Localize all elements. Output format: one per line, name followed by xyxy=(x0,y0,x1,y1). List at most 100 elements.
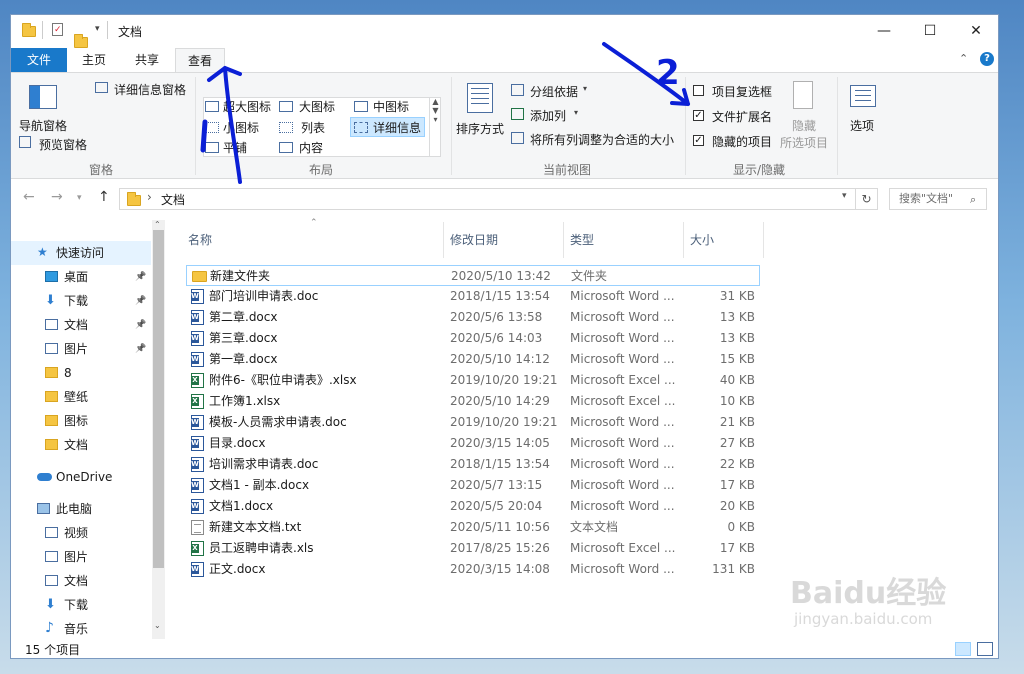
layout-tiles[interactable]: 平铺 xyxy=(223,139,247,156)
file-type: 文件夹 xyxy=(571,269,608,283)
word-file-icon xyxy=(191,331,204,346)
table-row[interactable]: 第二章.docx 2020/5/6 13:58 Microsoft Word ...… xyxy=(186,307,760,328)
back-button[interactable]: ← xyxy=(23,189,35,205)
help-icon[interactable]: ? xyxy=(980,52,994,66)
sidebar-item[interactable]: 图片 📌 xyxy=(11,337,151,361)
up-button[interactable]: ↑ xyxy=(98,189,110,205)
sort-by-button[interactable]: 排序方式 xyxy=(456,120,504,137)
sidebar-item[interactable]: OneDrive xyxy=(11,465,151,489)
search-input[interactable]: 搜索"文档" ⌕ xyxy=(889,188,987,210)
navigation-pane-icon[interactable] xyxy=(29,85,57,109)
table-row[interactable]: 附件6-《职位申请表》.xlsx 2019/10/20 19:21 Microsof… xyxy=(186,370,760,391)
table-row[interactable]: 员工返聘申请表.xls 2017/8/25 15:26 Microsoft Exce… xyxy=(186,538,760,559)
sidebar-item[interactable]: 视频 xyxy=(11,521,151,545)
sidebar-item[interactable]: 图片 xyxy=(11,545,151,569)
group-by-button[interactable]: 分组依据 xyxy=(530,83,578,100)
layout-details[interactable]: 详细信息 xyxy=(373,119,421,136)
file-name: 模板-人员需求申请表.doc xyxy=(209,415,347,429)
table-row[interactable]: 文档1 - 副本.docx 2020/5/7 13:15 Microsoft Wor… xyxy=(186,475,760,496)
size-all-columns-button[interactable]: 将所有列调整为合适的大小 xyxy=(530,131,674,148)
sidebar-item[interactable]: 文档 xyxy=(11,569,151,593)
hidden-items-checkbox[interactable]: ✓ xyxy=(693,135,704,146)
new-folder-icon[interactable] xyxy=(74,34,88,48)
options-icon[interactable] xyxy=(850,85,876,107)
tab-view[interactable]: 查看 xyxy=(175,48,225,72)
pin-icon[interactable]: 📌 xyxy=(135,337,146,361)
sidebar-item[interactable]: 桌面 📌 xyxy=(11,265,151,289)
layout-medium-icons[interactable]: 中图标 xyxy=(373,98,409,115)
recent-locations-icon[interactable]: ▾ xyxy=(77,193,82,203)
details-pane-button[interactable]: 详细信息窗格 xyxy=(114,81,186,98)
pin-icon[interactable]: 📌 xyxy=(135,289,146,313)
table-row[interactable]: 正文.docx 2020/3/15 14:08 Microsoft Word ...… xyxy=(186,559,760,580)
table-row[interactable]: 模板-人员需求申请表.doc 2019/10/20 19:21 Microsoft … xyxy=(186,412,760,433)
sidebar-item[interactable]: ★ 快速访问 xyxy=(11,241,151,265)
sidebar-item[interactable]: 图标 xyxy=(11,409,151,433)
layout-content[interactable]: 内容 xyxy=(299,139,323,156)
add-column-button[interactable]: 添加列 xyxy=(530,107,566,124)
layout-list[interactable]: 列表 xyxy=(301,119,325,136)
file-size: 20 KB xyxy=(719,499,755,513)
maximize-button[interactable]: ☐ xyxy=(907,15,953,47)
table-row[interactable]: 新建文本文档.txt 2020/5/11 10:56 文本文档 0 KB xyxy=(186,517,760,538)
layout-large-icons[interactable]: 大图标 xyxy=(299,98,335,115)
close-button[interactable]: ✕ xyxy=(953,15,998,47)
sidebar-item[interactable]: 此电脑 xyxy=(11,497,151,521)
nav-scrollbar-thumb[interactable] xyxy=(153,230,164,568)
file-extensions-label: 文件扩展名 xyxy=(712,110,773,124)
navigation-pane-button[interactable]: 导航窗格 xyxy=(19,117,67,134)
layout-small-icons[interactable]: 小图标 xyxy=(223,119,259,136)
scroll-down-icon[interactable]: ⌄ xyxy=(154,621,161,630)
tab-file[interactable]: 文件 xyxy=(11,48,67,72)
sidebar-item[interactable]: 文档 xyxy=(11,433,151,457)
column-type[interactable]: 类型 xyxy=(570,222,680,258)
item-checkboxes-checkbox[interactable] xyxy=(693,85,704,96)
table-row[interactable]: 第三章.docx 2020/5/6 14:03 Microsoft Word ...… xyxy=(186,328,760,349)
tab-home[interactable]: 主页 xyxy=(69,48,119,72)
minimize-button[interactable]: — xyxy=(861,15,907,47)
collapse-ribbon-icon[interactable]: ⌃ xyxy=(959,52,968,65)
refresh-button[interactable]: ↻ xyxy=(856,188,878,210)
table-row[interactable]: 目录.docx 2020/3/15 14:05 Microsoft Word ...… xyxy=(186,433,760,454)
scroll-up-icon[interactable]: ⌃ xyxy=(154,220,161,229)
sidebar-item[interactable]: ♪ 音乐 xyxy=(11,617,151,639)
sidebar-item[interactable]: 文档 📌 xyxy=(11,313,151,337)
large-icons-view-button[interactable] xyxy=(977,642,993,656)
sidebar-item[interactable]: ⬇ 下载 xyxy=(11,593,151,617)
column-name[interactable]: 名称 xyxy=(188,222,438,258)
table-row[interactable]: 工作簿1.xlsx 2020/5/10 14:29 Microsoft Excel … xyxy=(186,391,760,412)
details-view-button[interactable] xyxy=(955,642,971,656)
preview-pane-button[interactable]: 预览窗格 xyxy=(39,136,87,153)
address-dropdown-icon[interactable]: ▾ xyxy=(842,191,847,201)
address-bar[interactable]: › 文档 ▾ xyxy=(119,188,856,210)
breadcrumb-documents[interactable]: 文档 xyxy=(161,191,185,208)
file-name: 第一章.docx xyxy=(209,352,278,366)
table-row[interactable]: 文档1.docx 2020/5/5 20:04 Microsoft Word ...… xyxy=(186,496,760,517)
file-extensions-checkbox[interactable]: ✓ xyxy=(693,110,704,121)
sidebar-item[interactable]: 壁纸 xyxy=(11,385,151,409)
options-button[interactable]: 选项 xyxy=(850,117,874,134)
sidebar-item-label: 壁纸 xyxy=(64,390,89,404)
table-row[interactable]: 新建文件夹 2020/5/10 13:42 文件夹 xyxy=(186,265,760,286)
table-row[interactable]: 培训需求申请表.doc 2018/1/15 13:54 Microsoft Word… xyxy=(186,454,760,475)
pin-icon[interactable]: 📌 xyxy=(135,313,146,337)
preview-pane-icon xyxy=(19,136,31,148)
table-row[interactable]: 部门培训申请表.doc 2018/1/15 13:54 Microsoft Word… xyxy=(186,286,760,307)
download-icon: ⬇ xyxy=(45,293,56,308)
sidebar-item-label: 文档 xyxy=(64,318,89,332)
customize-quick-access-icon[interactable]: ▾ xyxy=(95,24,100,34)
column-size[interactable]: 大小 xyxy=(690,222,760,258)
properties-icon[interactable]: ✓ xyxy=(52,23,63,36)
layout-extra-large-icons[interactable]: 超大图标 xyxy=(223,98,271,115)
tab-share[interactable]: 共享 xyxy=(121,48,173,72)
column-date[interactable]: 修改日期 xyxy=(450,222,560,258)
forward-button[interactable]: → xyxy=(51,189,63,205)
sort-by-icon[interactable] xyxy=(467,83,493,113)
sidebar-item[interactable]: ⬇ 下载 📌 xyxy=(11,289,151,313)
layout-scroll-icon[interactable]: ▲ ▼ ▾ xyxy=(429,97,441,157)
file-type: Microsoft Word ... xyxy=(570,499,675,513)
file-explorer-window: ✓ ▾ 文档 — ☐ ✕ 文件 主页 共享 查看 ⌃ ? 导航窗格 预览窗格 详… xyxy=(10,14,999,659)
table-row[interactable]: 第一章.docx 2020/5/10 14:12 Microsoft Word ..… xyxy=(186,349,760,370)
sidebar-item[interactable]: 8 xyxy=(11,361,151,385)
pin-icon[interactable]: 📌 xyxy=(135,265,146,289)
